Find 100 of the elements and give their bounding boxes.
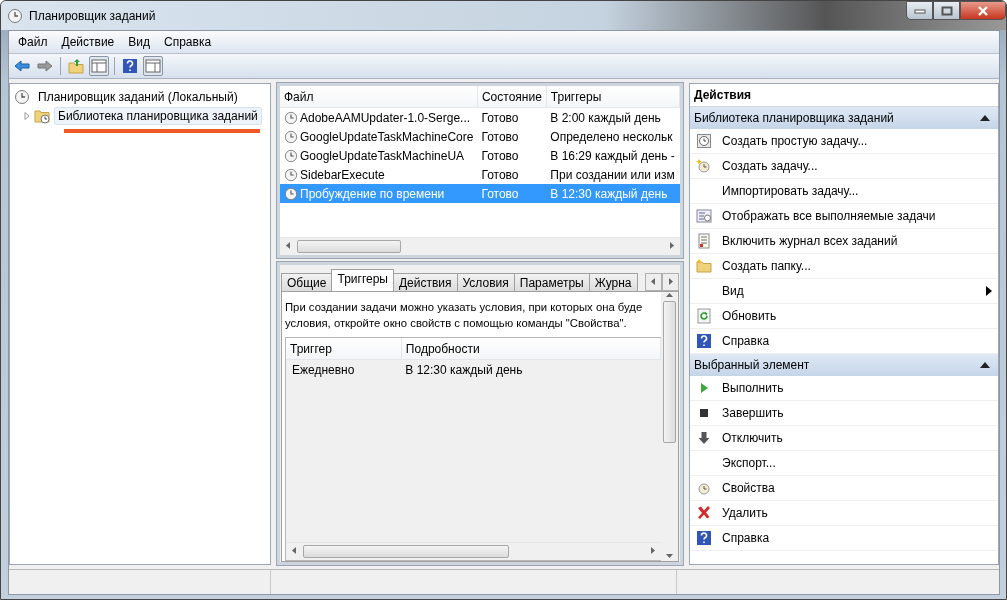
list-window-icon (696, 208, 712, 224)
section-title: Выбранный элемент (694, 358, 810, 372)
table-cell: GoogleUpdateTaskMachineCore (300, 129, 474, 144)
close-icon (977, 5, 989, 16)
clock-icon (284, 148, 298, 163)
collapse-caret-icon[interactable] (980, 361, 990, 369)
task-row[interactable]: GoogleUpdateTaskMachineCore Готово Определено нескольк (280, 127, 680, 146)
close-button[interactable] (960, 1, 1006, 20)
column-header[interactable]: Подробности (401, 338, 661, 360)
show-pane-button[interactable] (89, 56, 109, 76)
action-link[interactable]: Обновить (722, 309, 992, 323)
action-link[interactable]: Выполнить (722, 381, 992, 395)
column-header[interactable]: Состояние (477, 86, 547, 108)
down-arrow-icon[interactable] (666, 552, 673, 559)
task-row[interactable]: SidebarExecute Готово При создании или изм (280, 165, 680, 184)
collapse-caret-icon[interactable] (980, 114, 990, 122)
action-link[interactable]: Справка (722, 334, 992, 348)
maximize-icon (940, 5, 953, 16)
task-row[interactable]: AdobeAAMUpdater-1.0-Serge... Готово В 2:00 каждый день (280, 107, 680, 127)
table-cell: При создании или изм (546, 165, 680, 184)
table-cell: Готово (477, 107, 547, 127)
action-link[interactable]: Создать простую задачу... (722, 134, 992, 148)
tree-item[interactable]: Планировщик заданий (Локальный) (34, 87, 242, 106)
table-cell: AdobeAAMUpdater-1.0-Serge... (300, 110, 471, 125)
help-button[interactable] (120, 56, 140, 76)
tab[interactable]: Триггеры (331, 269, 394, 291)
column-header[interactable]: Триггер (286, 338, 402, 360)
submenu-arrow-icon (986, 286, 992, 296)
action-link[interactable]: Включить журнал всех заданий (722, 234, 992, 248)
menu-item[interactable]: Вид (123, 33, 155, 51)
left-arrow-icon[interactable] (291, 547, 298, 554)
action-link[interactable]: Создать задачу... (722, 159, 992, 173)
table-cell-text: В 16:29 каждый день - (549, 147, 676, 165)
menu-item[interactable]: Справка (159, 33, 217, 51)
action-link[interactable]: Отображать все выполняемые задачи (722, 209, 992, 223)
clock-icon (284, 110, 298, 125)
action-link[interactable]: Свойства (722, 481, 992, 495)
table-cell: Пробуждение по времени (300, 186, 445, 201)
table-cell-text: Определено нескольк (549, 128, 674, 146)
table-cell: В 2:00 каждый день (546, 107, 680, 127)
column-header[interactable]: Файл (280, 86, 478, 108)
menu-item[interactable]: Файл (13, 33, 53, 51)
log-icon (696, 233, 712, 249)
action-link[interactable]: Вид (722, 284, 986, 298)
tab[interactable]: Общие (281, 273, 333, 291)
horizontal-scrollbar[interactable] (286, 542, 661, 560)
app-clock-icon (7, 7, 23, 24)
folder-clock-icon (34, 107, 50, 124)
right-arrow-icon[interactable] (667, 277, 674, 285)
left-arrow-icon[interactable] (285, 242, 292, 249)
table-cell: GoogleUpdateTaskMachineUA (300, 148, 465, 163)
refresh-icon (696, 308, 712, 324)
folder-icon (696, 258, 712, 274)
tab[interactable]: Журна (588, 273, 638, 291)
tab[interactable]: Условия (456, 273, 515, 291)
up-arrow-icon[interactable] (666, 292, 673, 299)
action-pane-button[interactable] (143, 56, 163, 76)
task-row[interactable]: GoogleUpdateTaskMachineUA Готово В 16:29 каждый день - (280, 146, 680, 165)
action-link[interactable]: Экспорт... (722, 456, 992, 470)
tab[interactable]: Действия (392, 273, 458, 291)
section-title: Библиотека планировщика заданий (694, 111, 894, 125)
section-header[interactable]: Выбранный элемент (690, 354, 998, 376)
action-link[interactable]: Отключить (722, 431, 992, 445)
action-link[interactable]: Завершить (722, 406, 992, 420)
action-link[interactable]: Удалить (722, 506, 992, 520)
table-cell: В 12:30 каждый день (546, 184, 680, 203)
left-arrow-icon[interactable] (650, 277, 657, 285)
folder-up-button[interactable] (66, 56, 86, 76)
horizontal-scrollbar[interactable] (280, 237, 680, 255)
right-arrow-icon[interactable] (649, 547, 656, 554)
description-text: При создании задачи можно указать условия, при которых она буде условия, откройте окно свойств с помощью команды "Свойства". (284, 300, 644, 331)
action-link[interactable]: Импортировать задачу... (722, 184, 992, 198)
tab-scroll-right-button[interactable] (662, 273, 679, 291)
tree-item[interactable]: Библиотека планировщика заданий (54, 106, 262, 125)
table-cell-text: Готово (480, 128, 520, 146)
minimize-icon (913, 7, 926, 14)
tab-scroll-left-button[interactable] (645, 273, 662, 291)
table-cell: Ежедневно (286, 359, 402, 379)
help-icon (696, 333, 712, 349)
table-cell-text: Готово (480, 147, 520, 165)
column-header[interactable]: Триггеры (546, 86, 680, 108)
clock-icon (284, 186, 298, 201)
maximize-button[interactable] (933, 1, 960, 20)
menu-item[interactable]: Действие (56, 33, 120, 51)
action-link[interactable]: Справка (722, 531, 992, 545)
delete-icon (696, 505, 712, 521)
clock-icon (696, 133, 712, 149)
clock-icon (14, 88, 30, 105)
clock-icon (284, 167, 298, 182)
minimize-button[interactable] (906, 1, 933, 20)
right-arrow-icon[interactable] (668, 242, 675, 249)
tab[interactable]: Параметры (513, 273, 590, 291)
down-arrow-icon (696, 430, 712, 446)
table-cell: Готово (477, 184, 547, 203)
table-cell: Готово (477, 165, 547, 184)
section-header[interactable]: Библиотека планировщика заданий (690, 107, 998, 129)
clock-icon (696, 480, 712, 496)
trigger-row[interactable]: Ежедневно В 12:30 каждый день (286, 359, 661, 379)
action-link[interactable]: Создать папку... (722, 259, 992, 273)
vertical-scrollbar[interactable] (661, 292, 678, 561)
